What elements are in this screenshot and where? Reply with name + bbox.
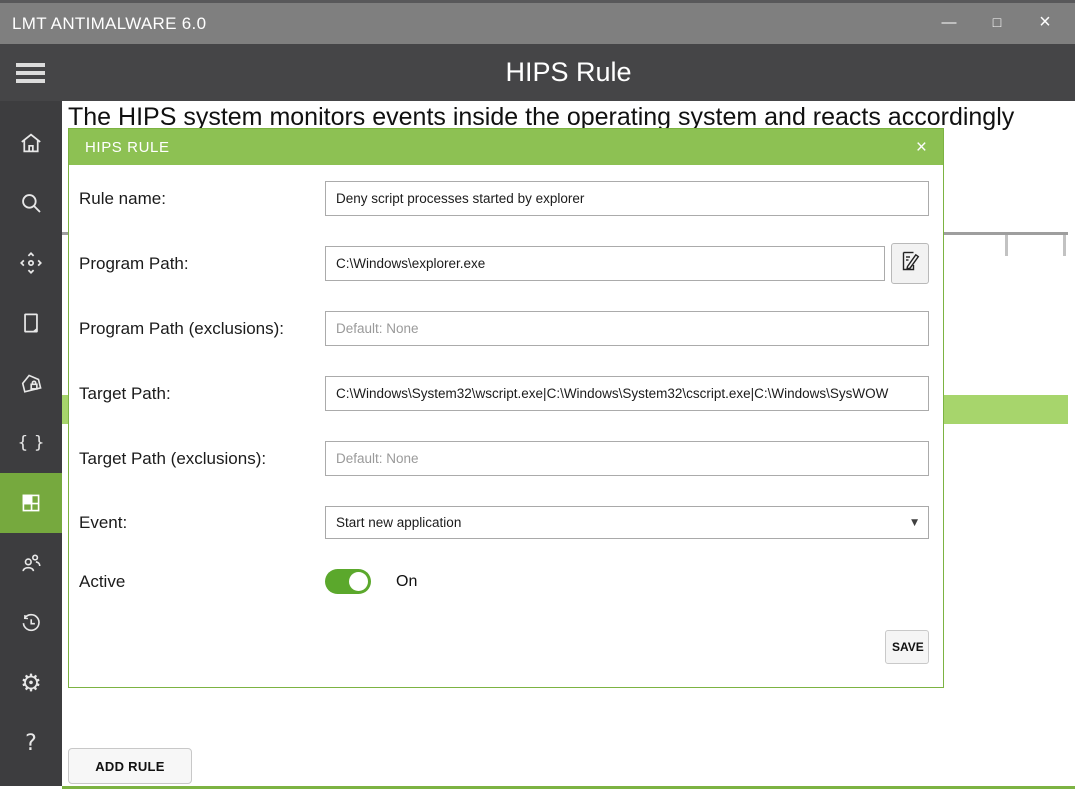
sidebar-item-users[interactable] <box>0 533 62 593</box>
event-select-value: Start new application <box>336 515 462 530</box>
event-row: Event: Start new application ▼ <box>79 506 929 539</box>
protected-home-icon <box>18 370 44 396</box>
target-path-exclusions-input[interactable] <box>325 441 929 476</box>
maximize-icon[interactable]: □ <box>973 3 1021 41</box>
chevron-down-icon: ▼ <box>911 517 918 528</box>
target-path-row: Target Path: <box>79 376 929 411</box>
sidebar-item-scan[interactable] <box>0 233 62 293</box>
dialog-header: HIPS RULE × <box>69 129 943 165</box>
save-button[interactable]: SAVE <box>885 630 929 664</box>
window-title: LMT ANTIMALWARE 6.0 <box>12 13 207 33</box>
rules-table-column-divider <box>1005 235 1008 256</box>
program-path-exclusions-row: Program Path (exclusions): <box>79 311 929 346</box>
event-select[interactable]: Start new application ▼ <box>325 506 929 539</box>
target-path-input[interactable] <box>325 376 929 411</box>
title-bar: LMT ANTIMALWARE 6.0 — □ × <box>0 3 1075 44</box>
window-controls: — □ × <box>925 3 1069 41</box>
page-title: HIPS Rule <box>505 57 632 87</box>
dialog-form: Rule name: Program Path: <box>69 165 943 664</box>
program-path-row: Program Path: <box>79 243 929 284</box>
rule-name-input[interactable] <box>325 181 929 216</box>
search-icon <box>18 190 44 216</box>
edit-document-icon <box>899 249 921 278</box>
add-rule-button[interactable]: ADD RULE <box>68 748 192 784</box>
dialog-title: HIPS RULE <box>85 138 170 156</box>
app-window: LMT ANTIMALWARE 6.0 — □ × HIPS Rule {} … <box>0 0 1075 789</box>
program-path-input[interactable] <box>325 246 885 281</box>
sidebar-item-home[interactable] <box>0 113 62 173</box>
target-path-exclusions-row: Target Path (exclusions): <box>79 441 929 476</box>
sidebar-item-help[interactable]: ? <box>0 713 62 773</box>
minimize-icon[interactable]: — <box>925 3 973 41</box>
program-path-edit-button[interactable] <box>891 243 929 284</box>
active-row: Active On <box>79 569 929 594</box>
sidebar-item-settings[interactable]: ⚙ <box>0 653 62 713</box>
sidebar-item-search[interactable] <box>0 173 62 233</box>
sidebar-item-protection[interactable] <box>0 353 62 413</box>
active-label: Active <box>79 571 126 591</box>
hamburger-menu-icon[interactable] <box>16 63 45 83</box>
scan-icon <box>18 250 44 276</box>
program-path-exclusions-input[interactable] <box>325 311 929 346</box>
hips-rule-dialog: HIPS RULE × Rule name: Program Path: <box>68 128 944 688</box>
target-path-label: Target Path: <box>79 383 171 403</box>
sidebar-item-history[interactable] <box>0 593 62 653</box>
target-path-exclusions-label: Target Path (exclusions): <box>79 448 267 468</box>
help-icon: ? <box>25 730 37 756</box>
rules-table-column-divider <box>1063 235 1066 256</box>
close-icon[interactable]: × <box>1021 3 1069 41</box>
braces-icon: { } <box>17 433 45 453</box>
device-icon <box>18 310 44 336</box>
home-icon <box>18 130 44 156</box>
users-icon <box>18 550 44 576</box>
sidebar-item-device[interactable] <box>0 293 62 353</box>
history-icon <box>18 610 44 636</box>
toggle-state-label: On <box>396 573 418 590</box>
rules-grid-icon <box>18 490 44 516</box>
program-path-exclusions-label: Program Path (exclusions): <box>79 318 285 338</box>
program-path-label: Program Path: <box>79 253 189 273</box>
toggle-knob <box>349 572 368 591</box>
sidebar-item-rules[interactable] <box>0 473 62 533</box>
save-row: SAVE <box>79 630 929 664</box>
rule-name-label: Rule name: <box>79 188 166 208</box>
active-toggle[interactable] <box>325 569 371 594</box>
sidebar: { } ⚙ ? <box>0 101 62 786</box>
sidebar-item-scripts[interactable]: { } <box>0 413 62 473</box>
settings-gear-icon: ⚙ <box>20 669 42 697</box>
app-header: HIPS Rule <box>0 44 1075 101</box>
dialog-close-icon[interactable]: × <box>916 138 927 157</box>
event-label: Event: <box>79 512 128 532</box>
rule-name-row: Rule name: <box>79 181 929 216</box>
